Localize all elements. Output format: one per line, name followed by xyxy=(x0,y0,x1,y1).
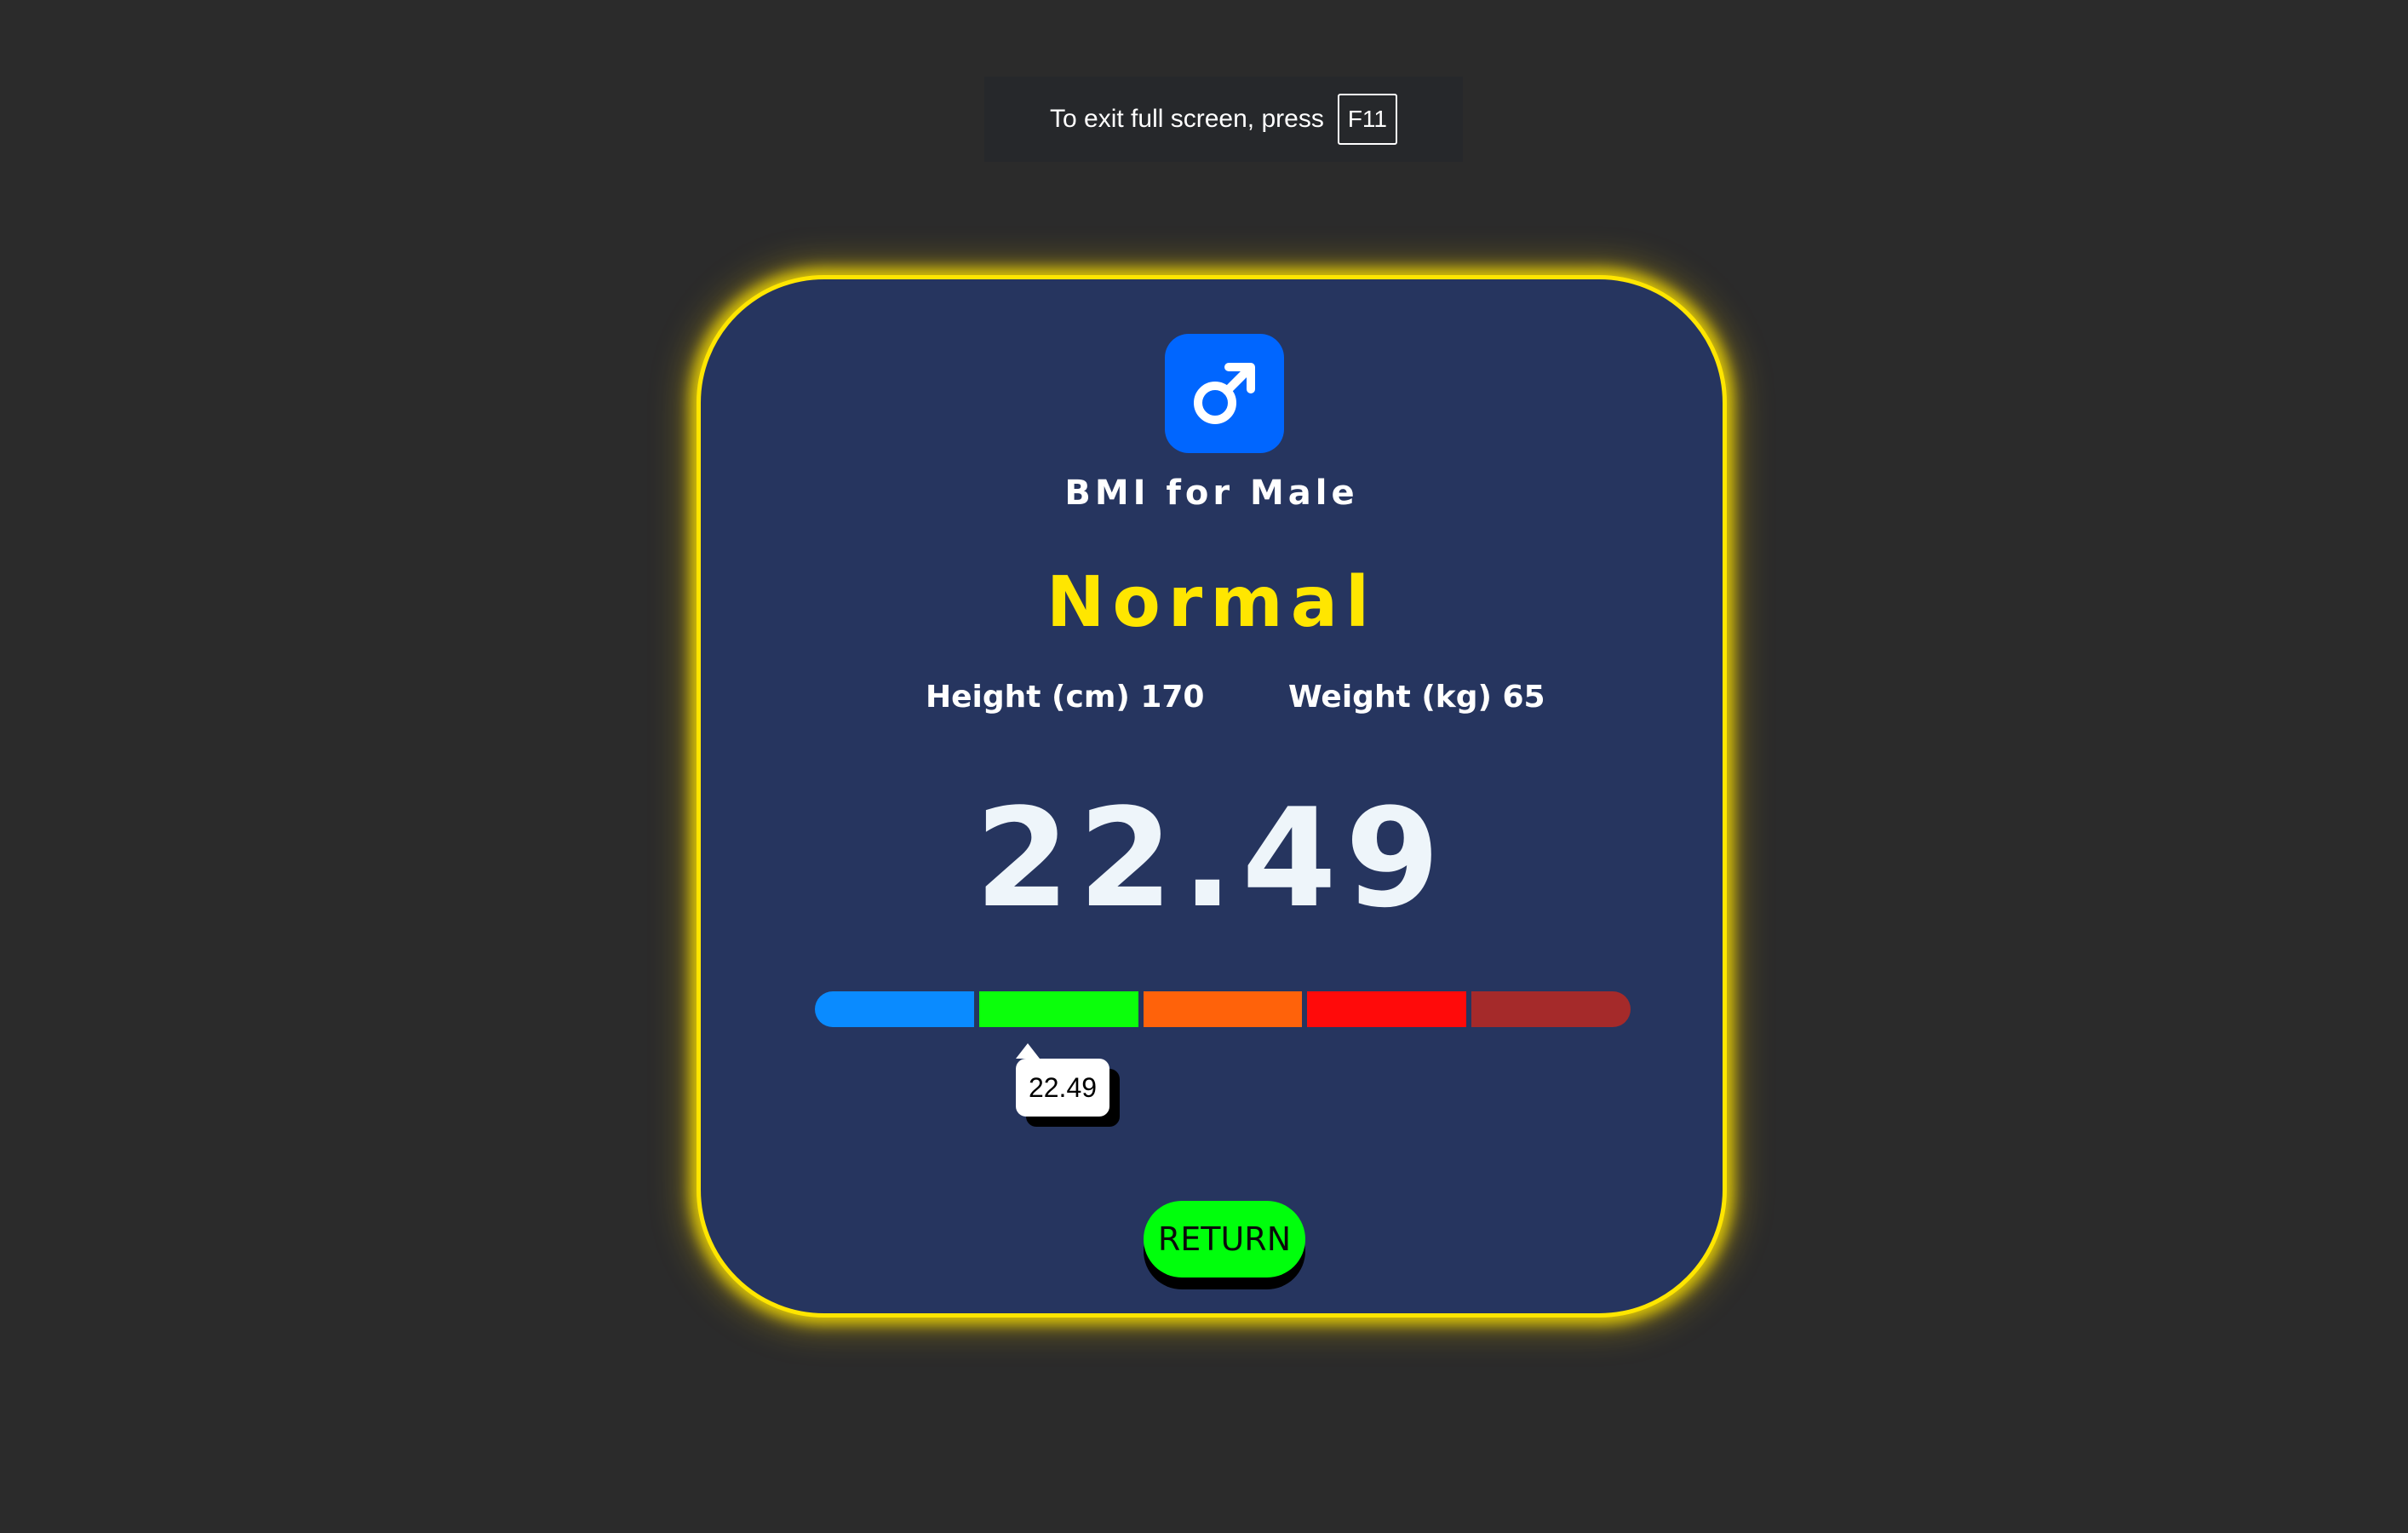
card-title: BMI for Male xyxy=(1064,474,1359,513)
male-symbol-icon xyxy=(1165,334,1284,453)
bmi-scale-bar xyxy=(815,991,1631,1027)
bmi-category: Normal xyxy=(1046,562,1378,643)
fullscreen-notice-text: To exit full screen, press xyxy=(1050,105,1324,133)
scale-segment-normal xyxy=(978,991,1138,1027)
f11-key: F11 xyxy=(1337,94,1397,145)
scale-segment-overweight xyxy=(1143,991,1303,1027)
scale-segment-extremely-obese xyxy=(1471,991,1631,1027)
weight-readout: Weight (kg) 65 xyxy=(1288,680,1545,715)
bmi-tooltip: 22.49 xyxy=(1016,1059,1109,1117)
bmi-result-card: BMI for Male Normal Height (cm) 170 Weig… xyxy=(697,275,1727,1318)
bmi-pointer-arrow xyxy=(1016,1043,1040,1059)
return-button[interactable]: RETURN xyxy=(1144,1201,1305,1278)
height-readout: Height (cm) 170 xyxy=(926,680,1205,715)
bmi-value: 22.49 xyxy=(974,778,1449,938)
scale-segment-obese xyxy=(1307,991,1467,1027)
fullscreen-notice: To exit full screen, press F11 xyxy=(984,77,1463,162)
scale-segment-underweight xyxy=(815,991,974,1027)
